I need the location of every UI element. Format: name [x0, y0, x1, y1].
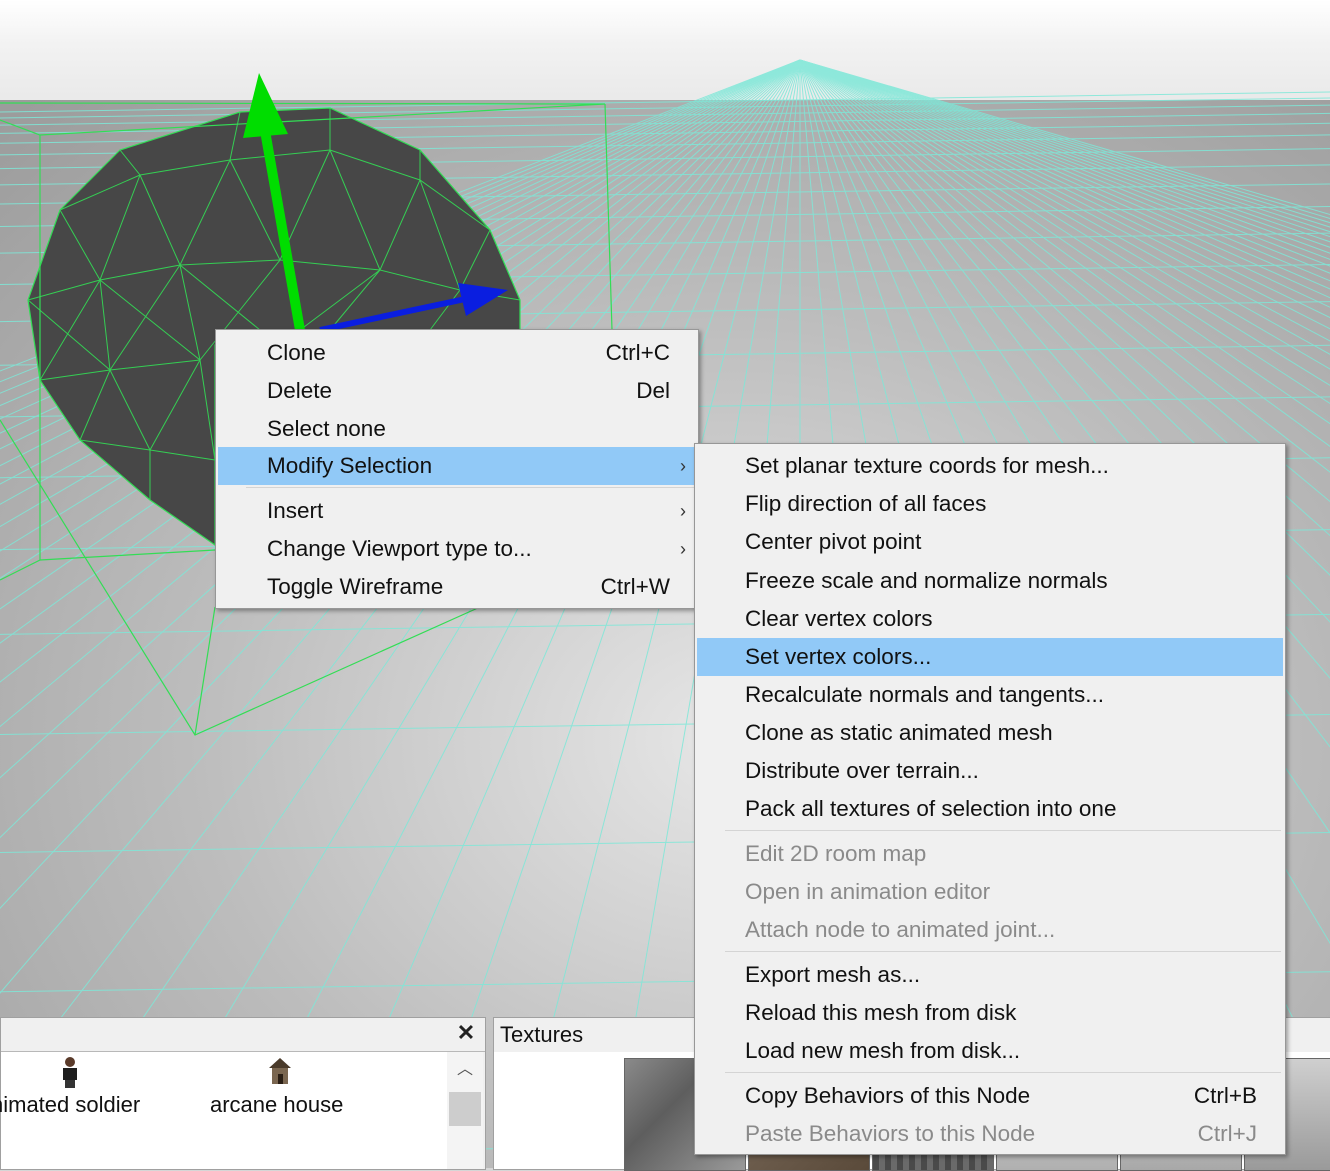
menu-item-load-new-mesh[interactable]: Load new mesh from disk...	[697, 1032, 1283, 1070]
menu-item-label: Clone as static animated mesh	[745, 720, 1053, 745]
menu-item-label: Flip direction of all faces	[745, 491, 987, 516]
close-icon[interactable]: ✕	[455, 1022, 477, 1044]
menu-separator	[725, 951, 1281, 952]
menu-item-label: Distribute over terrain...	[745, 758, 979, 783]
menu-item-copy-behaviors[interactable]: Copy Behaviors of this Node Ctrl+B	[697, 1077, 1283, 1115]
menu-item-set-planar-texture-coords[interactable]: Set planar texture coords for mesh...	[697, 447, 1283, 485]
chevron-right-icon: ›	[680, 539, 686, 559]
menu-item-label: Select none	[267, 416, 386, 441]
menu-item-clear-vertex-colors[interactable]: Clear vertex colors	[697, 600, 1283, 638]
list-item[interactable]: arcane house	[209, 1052, 409, 1132]
menu-item-shortcut: Del	[636, 378, 670, 403]
menu-separator	[725, 1072, 1281, 1073]
menu-item-change-viewport-type[interactable]: Change Viewport type to... ›	[218, 530, 696, 568]
textures-panel-title: Textures	[500, 1022, 584, 1047]
list-item[interactable]: nimated soldier	[0, 1052, 191, 1132]
menu-item-label: Edit 2D room map	[745, 841, 927, 866]
menu-separator	[246, 487, 694, 488]
objects-panel: ✕ nimated soldier arcane house ︿	[0, 1017, 486, 1170]
menu-item-select-none[interactable]: Select none	[218, 410, 696, 448]
menu-item-label: Clear vertex colors	[745, 606, 933, 631]
menu-item-distribute-over-terrain[interactable]: Distribute over terrain...	[697, 752, 1283, 790]
house-thumbnail-icon	[269, 1058, 291, 1084]
list-item-label: nimated soldier	[0, 1092, 141, 1117]
menu-item-pack-textures[interactable]: Pack all textures of selection into one	[697, 790, 1283, 828]
menu-item-label: Set vertex colors...	[745, 644, 932, 669]
chevron-right-icon: ›	[680, 456, 686, 476]
menu-item-label: Pack all textures of selection into one	[745, 796, 1117, 821]
vertical-scrollbar[interactable]: ︿	[447, 1052, 483, 1169]
menu-item-label: Attach node to animated joint...	[745, 917, 1056, 942]
menu-item-paste-behaviors[interactable]: Paste Behaviors to this Node Ctrl+J	[697, 1115, 1283, 1153]
soldier-thumbnail-icon	[63, 1057, 77, 1088]
sky	[0, 0, 1330, 110]
menu-item-label: Center pivot point	[745, 529, 922, 554]
menu-item-label: Open in animation editor	[745, 879, 991, 904]
modify-selection-submenu: Set planar texture coords for mesh... Fl…	[694, 443, 1286, 1155]
menu-item-shortcut: Ctrl+C	[605, 340, 670, 365]
menu-item-label: Load new mesh from disk...	[745, 1038, 1021, 1063]
menu-separator	[725, 830, 1281, 831]
menu-item-label: Copy Behaviors of this Node	[745, 1083, 1031, 1108]
menu-item-label: Delete	[267, 378, 333, 403]
menu-item-label: Recalculate normals and tangents...	[745, 682, 1104, 707]
menu-item-insert[interactable]: Insert ›	[218, 492, 696, 530]
menu-item-label: Clone	[267, 340, 326, 365]
menu-item-flip-faces[interactable]: Flip direction of all faces	[697, 485, 1283, 523]
menu-item-shortcut: Ctrl+J	[1197, 1121, 1257, 1146]
menu-item-label: Paste Behaviors to this Node	[745, 1121, 1036, 1146]
menu-item-freeze-scale[interactable]: Freeze scale and normalize normals	[697, 562, 1283, 600]
chevron-up-icon[interactable]: ︿	[455, 1060, 475, 1080]
menu-item-label: Modify Selection	[267, 453, 433, 478]
menu-item-shortcut: Ctrl+W	[600, 574, 670, 599]
menu-item-label: Change Viewport type to...	[267, 536, 532, 561]
list-item-label: arcane house	[210, 1092, 344, 1117]
chevron-right-icon: ›	[680, 501, 686, 521]
menu-item-label: Set planar texture coords for mesh...	[745, 453, 1109, 478]
context-menu: Clone Ctrl+C Delete Del Select none Modi…	[215, 329, 699, 609]
menu-item-open-animation-editor[interactable]: Open in animation editor	[697, 873, 1283, 911]
menu-item-set-vertex-colors[interactable]: Set vertex colors...	[697, 638, 1283, 676]
menu-item-clone[interactable]: Clone Ctrl+C	[218, 334, 696, 372]
menu-item-label: Export mesh as...	[745, 962, 921, 987]
menu-item-toggle-wireframe[interactable]: Toggle Wireframe Ctrl+W	[218, 568, 696, 606]
menu-item-label: Toggle Wireframe	[267, 574, 444, 599]
menu-item-label: Freeze scale and normalize normals	[745, 568, 1108, 593]
objects-panel-titlebar: ✕	[1, 1018, 485, 1052]
menu-item-shortcut: Ctrl+B	[1193, 1083, 1257, 1108]
menu-item-label: Reload this mesh from disk	[745, 1000, 1017, 1025]
menu-item-clone-static-animated-mesh[interactable]: Clone as static animated mesh	[697, 714, 1283, 752]
menu-item-edit-2d-room-map[interactable]: Edit 2D room map	[697, 835, 1283, 873]
scrollbar-thumb[interactable]	[449, 1092, 481, 1126]
menu-item-reload-mesh[interactable]: Reload this mesh from disk	[697, 994, 1283, 1032]
menu-item-attach-node-to-joint[interactable]: Attach node to animated joint...	[697, 911, 1283, 949]
menu-item-recalculate-normals[interactable]: Recalculate normals and tangents...	[697, 676, 1283, 714]
menu-item-center-pivot[interactable]: Center pivot point	[697, 523, 1283, 561]
menu-item-label: Insert	[267, 498, 324, 523]
menu-item-delete[interactable]: Delete Del	[218, 372, 696, 410]
objects-list[interactable]: nimated soldier arcane house	[0, 1052, 447, 1169]
menu-item-export-mesh[interactable]: Export mesh as...	[697, 956, 1283, 994]
menu-item-modify-selection[interactable]: Modify Selection ›	[218, 447, 696, 485]
